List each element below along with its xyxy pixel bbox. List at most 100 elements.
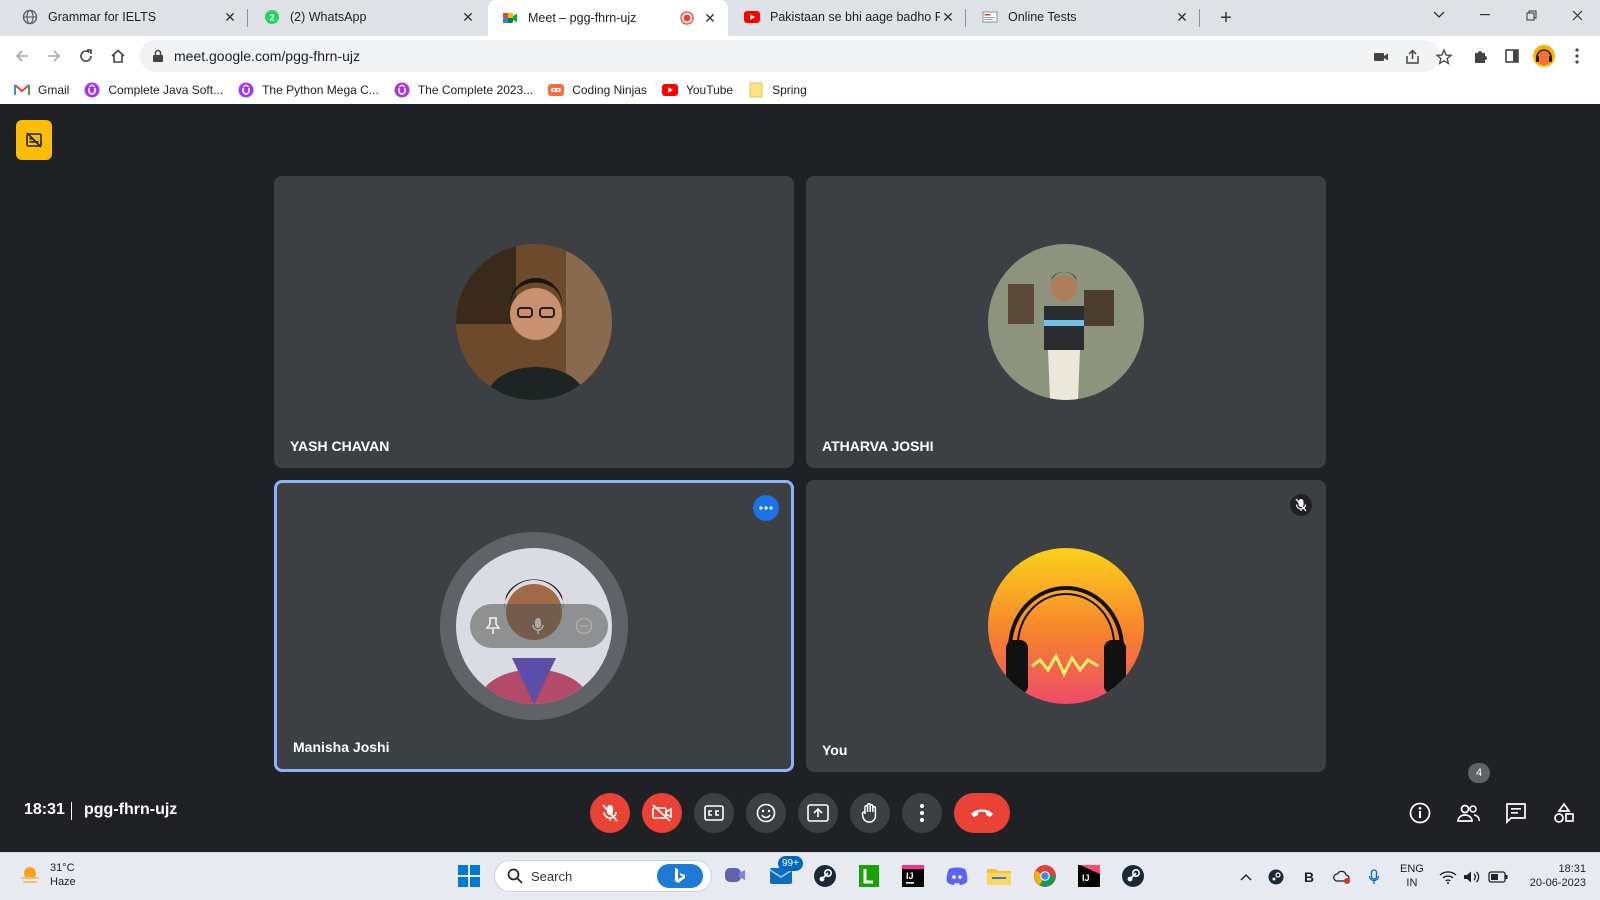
- steam-icon[interactable]: [1118, 861, 1148, 891]
- participant-tile-self[interactable]: You: [806, 480, 1326, 772]
- tab-title: (2) WhatsApp: [290, 10, 367, 24]
- discord-icon[interactable]: [942, 861, 972, 891]
- tab-whatsapp[interactable]: 2 (2) WhatsApp ✕: [250, 0, 486, 34]
- bookmark-spring[interactable]: Spring: [748, 82, 807, 98]
- profile-avatar[interactable]: [1530, 42, 1558, 70]
- address-bar[interactable]: meet.google.com/pgg-fhrn-ujz: [140, 40, 1453, 72]
- udemy-icon: [394, 82, 410, 98]
- youtube-icon: [661, 82, 678, 98]
- bookmark-star-icon[interactable]: [1435, 48, 1453, 66]
- captions-off-indicator[interactable]: [16, 120, 52, 160]
- tab-title: Online Tests: [1008, 10, 1077, 24]
- chat-button[interactable]: [1498, 795, 1534, 831]
- close-tab-icon[interactable]: ✕: [1174, 9, 1190, 25]
- present-screen-button[interactable]: [798, 793, 838, 833]
- mail-unread-badge: 99+: [778, 856, 803, 871]
- tab-search-button[interactable]: [1416, 0, 1462, 30]
- camera-in-use-icon[interactable]: [1372, 48, 1390, 66]
- steam-icon[interactable]: [810, 861, 840, 891]
- teams-chat-icon[interactable]: [720, 861, 750, 891]
- meeting-details-button[interactable]: [1402, 795, 1438, 831]
- taskbar-search-box[interactable]: Search: [494, 860, 712, 892]
- participant-tile[interactable]: ATHARVA JOSHI: [806, 176, 1326, 468]
- tab-online-tests[interactable]: Online Tests ✕: [968, 0, 1200, 34]
- reload-button[interactable]: [72, 42, 100, 70]
- close-tab-icon[interactable]: ✕: [702, 10, 718, 26]
- back-button[interactable]: [8, 42, 36, 70]
- participant-name: You: [822, 742, 848, 758]
- system-clock[interactable]: 18:31 20-06-2023: [1510, 862, 1586, 890]
- raise-hand-button[interactable]: [850, 793, 890, 833]
- bookmark-label: Gmail: [38, 83, 70, 97]
- remove-participant-icon[interactable]: [575, 617, 593, 635]
- participant-tile-active-speaker[interactable]: Manisha Joshi: [274, 480, 794, 772]
- steam-tray-icon[interactable]: [1266, 867, 1286, 887]
- participant-tile[interactable]: YASH CHAVAN: [274, 176, 794, 468]
- forward-button[interactable]: [40, 42, 68, 70]
- tab-youtube-video[interactable]: Pakistaan se bhi aage badho Path ✕: [730, 0, 966, 34]
- chrome-taskbar-icon[interactable]: [1030, 861, 1060, 891]
- tab-grammar-for-ielts[interactable]: Grammar for IELTS ✕: [8, 0, 248, 34]
- mute-participant-icon[interactable]: [531, 617, 545, 635]
- bing-icon[interactable]: [657, 864, 703, 888]
- close-tab-icon[interactable]: ✕: [222, 9, 238, 25]
- bookmark-youtube[interactable]: YouTube: [661, 82, 733, 98]
- leave-call-button[interactable]: [954, 793, 1010, 833]
- bookmark-coding-ninjas[interactable]: Coding Ninjas: [548, 82, 647, 98]
- home-button[interactable]: [104, 42, 132, 70]
- weather-widget[interactable]: 31°C Haze: [18, 861, 76, 889]
- volume-icon[interactable]: [1462, 867, 1482, 887]
- svg-text:IJ: IJ: [906, 871, 914, 881]
- bookmark-python-mega[interactable]: The Python Mega C...: [238, 82, 379, 98]
- tab-title: Grammar for IELTS: [48, 10, 157, 24]
- jetbrains-toolbox-icon[interactable]: IJ: [1074, 861, 1104, 891]
- chevron-up-icon[interactable]: [1236, 867, 1256, 887]
- close-window-button[interactable]: [1554, 0, 1600, 30]
- toggle-camera-button[interactable]: [642, 793, 682, 833]
- libreoffice-icon[interactable]: [854, 861, 884, 891]
- microphone-tray-icon[interactable]: [1364, 867, 1384, 887]
- captions-button[interactable]: [694, 793, 734, 833]
- more-options-icon[interactable]: [753, 495, 779, 521]
- svg-text:2: 2: [269, 13, 274, 23]
- people-button[interactable]: [1450, 795, 1486, 831]
- url-text[interactable]: meet.google.com/pgg-fhrn-ujz: [174, 48, 360, 64]
- people-icon: [1456, 803, 1480, 823]
- tab-separator: [965, 9, 966, 27]
- muted-mic-icon: [1290, 494, 1312, 516]
- close-tab-icon[interactable]: ✕: [460, 9, 476, 25]
- minimize-button[interactable]: [1462, 0, 1508, 30]
- side-panel-icon[interactable]: [1498, 42, 1526, 70]
- windows-logo-icon: [458, 865, 480, 887]
- bookmark-label: The Python Mega C...: [262, 83, 379, 97]
- battery-icon[interactable]: [1488, 867, 1508, 887]
- restore-button[interactable]: [1508, 0, 1554, 30]
- bold-b-tray-icon[interactable]: B: [1300, 867, 1320, 887]
- pin-icon[interactable]: [485, 617, 501, 635]
- close-tab-icon[interactable]: ✕: [940, 9, 956, 25]
- bookmark-complete-2023[interactable]: The Complete 2023...: [394, 82, 533, 98]
- new-tab-button[interactable]: +: [1214, 6, 1238, 30]
- wifi-icon[interactable]: [1438, 867, 1458, 887]
- extensions-icon[interactable]: [1466, 42, 1494, 70]
- file-explorer-icon[interactable]: [984, 861, 1014, 891]
- activities-button[interactable]: [1546, 795, 1582, 831]
- weather-haze-icon: [18, 863, 42, 887]
- folder-icon: [748, 82, 764, 98]
- bookmark-complete-java[interactable]: Complete Java Soft...: [84, 82, 223, 98]
- windows-start-button[interactable]: [454, 861, 484, 891]
- reactions-button[interactable]: [746, 793, 786, 833]
- bookmark-label: Coding Ninjas: [572, 83, 647, 97]
- browser-menu-icon[interactable]: [1563, 42, 1591, 70]
- tab-google-meet[interactable]: Meet – pgg-fhrn-ujz ✕: [488, 0, 728, 36]
- hang-up-icon: [970, 807, 994, 819]
- toggle-microphone-button[interactable]: [590, 793, 630, 833]
- cloud-error-icon[interactable]: [1332, 867, 1352, 887]
- input-language-indicator[interactable]: ENG IN: [1400, 862, 1424, 890]
- bookmark-gmail[interactable]: Gmail: [14, 82, 69, 98]
- intellij-idea-icon[interactable]: IJ: [898, 861, 928, 891]
- share-icon[interactable]: [1404, 48, 1422, 66]
- more-options-button[interactable]: [902, 793, 942, 833]
- search-placeholder: Search: [531, 868, 573, 884]
- lock-icon[interactable]: [152, 49, 164, 63]
